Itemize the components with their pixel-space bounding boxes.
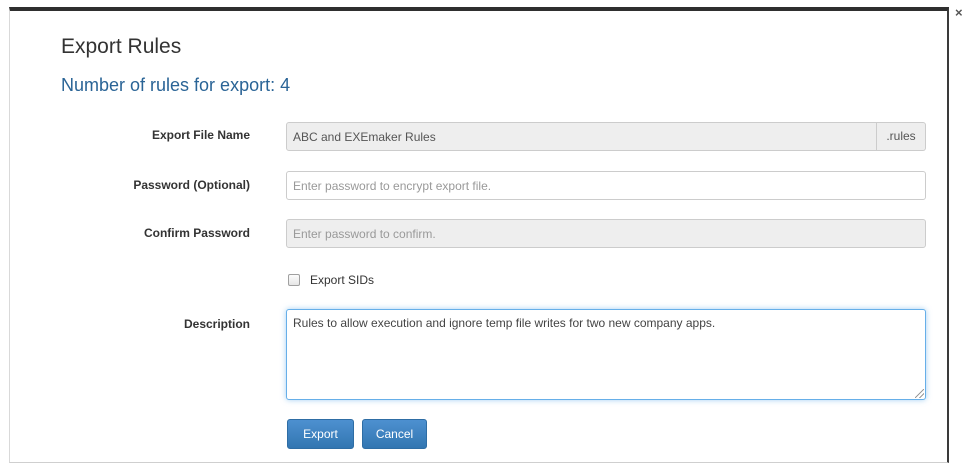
file-extension-addon: .rules <box>877 122 926 151</box>
password-label: Password (Optional) <box>133 178 250 192</box>
confirm-password-label: Confirm Password <box>143 226 250 240</box>
export-sids-label[interactable]: Export SIDs <box>310 273 374 287</box>
file-name-input[interactable] <box>286 122 877 151</box>
dialog-title: Export Rules <box>61 35 182 58</box>
cancel-button[interactable]: Cancel <box>362 419 427 449</box>
close-icon[interactable]: × <box>955 6 963 20</box>
description-label: Description <box>183 317 250 331</box>
file-name-label: Export File Name <box>151 128 250 142</box>
export-button[interactable]: Export <box>287 419 354 449</box>
rule-count-subtitle: Number of rules for export: 4 <box>61 75 291 95</box>
export-sids-checkbox[interactable] <box>288 274 300 286</box>
resize-handle-icon[interactable] <box>915 389 924 398</box>
description-textarea[interactable]: Rules to allow execution and ignore temp… <box>286 309 926 400</box>
confirm-password-input[interactable] <box>286 219 926 248</box>
password-input[interactable] <box>286 171 926 200</box>
